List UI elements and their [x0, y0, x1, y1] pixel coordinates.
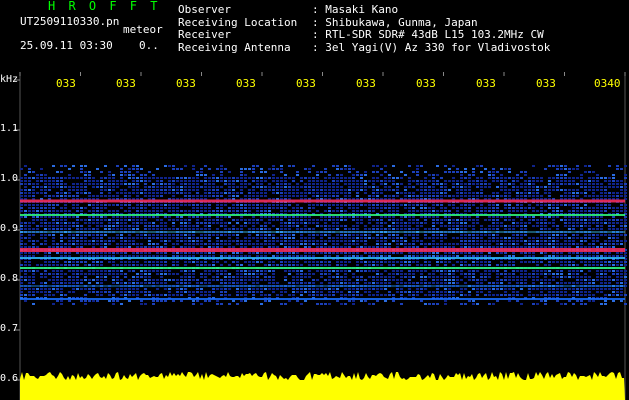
station-values: : Masaki Kano : Shibukawa, Gunma, Japan …: [312, 3, 551, 54]
timestamp: 25.09.11 03:30: [20, 39, 113, 52]
x-tick-label: 033: [116, 77, 136, 90]
y-tick-label: 1.1: [0, 123, 19, 134]
x-tick-label: 033: [236, 77, 256, 90]
spectrogram: [14, 72, 627, 400]
signal-line: [20, 231, 625, 233]
receiver-value: : RTL-SDR SDR# 43dB L15 103.2MHz CW: [312, 28, 544, 41]
signal-line: [20, 285, 625, 287]
observer-label: Observer: [178, 3, 231, 16]
x-tick-label: 033: [296, 77, 316, 90]
receiver-label: Receiver: [178, 28, 231, 41]
station-labels: Observer Receiving Location Receiver Rec…: [178, 3, 297, 54]
x-tick-label: 033: [476, 77, 496, 90]
meteor-count: 0..: [139, 39, 159, 52]
x-tick-label: 0340: [594, 77, 621, 90]
signal-line: [20, 257, 625, 259]
y-axis-unit: kHz: [0, 74, 19, 85]
y-tick-label: 0.6: [0, 373, 19, 384]
file-name: UT2509110330.pn: [20, 15, 120, 28]
signal-line: [20, 267, 625, 269]
y-tick-label: 0.9: [0, 223, 19, 234]
x-tick-label: 033: [356, 77, 376, 90]
signal-line: [20, 248, 625, 252]
antenna-label: Receiving Antenna: [178, 40, 291, 54]
signal-line: [20, 214, 625, 216]
y-tick-label: 0.7: [0, 323, 19, 334]
x-tick-label: 033: [176, 77, 196, 90]
antenna-value: : 3el Yagi(V) Az 330 for Vladivostok: [312, 40, 551, 54]
x-tick-label: 033: [56, 77, 76, 90]
y-tick-label: 1.0: [0, 173, 19, 184]
meteor-label: meteor: [123, 23, 163, 36]
x-tick-label: 033: [416, 77, 436, 90]
y-tick-label: 0.8: [0, 273, 19, 284]
noise-floor-trace: [20, 372, 625, 400]
noise-band: [20, 165, 627, 305]
observer-value: : Masaki Kano: [312, 3, 399, 16]
app-title: H R O F F T: [48, 0, 161, 13]
signal-line: [20, 298, 625, 300]
x-tick-label: 033: [536, 77, 556, 90]
signal-line: [20, 199, 625, 203]
